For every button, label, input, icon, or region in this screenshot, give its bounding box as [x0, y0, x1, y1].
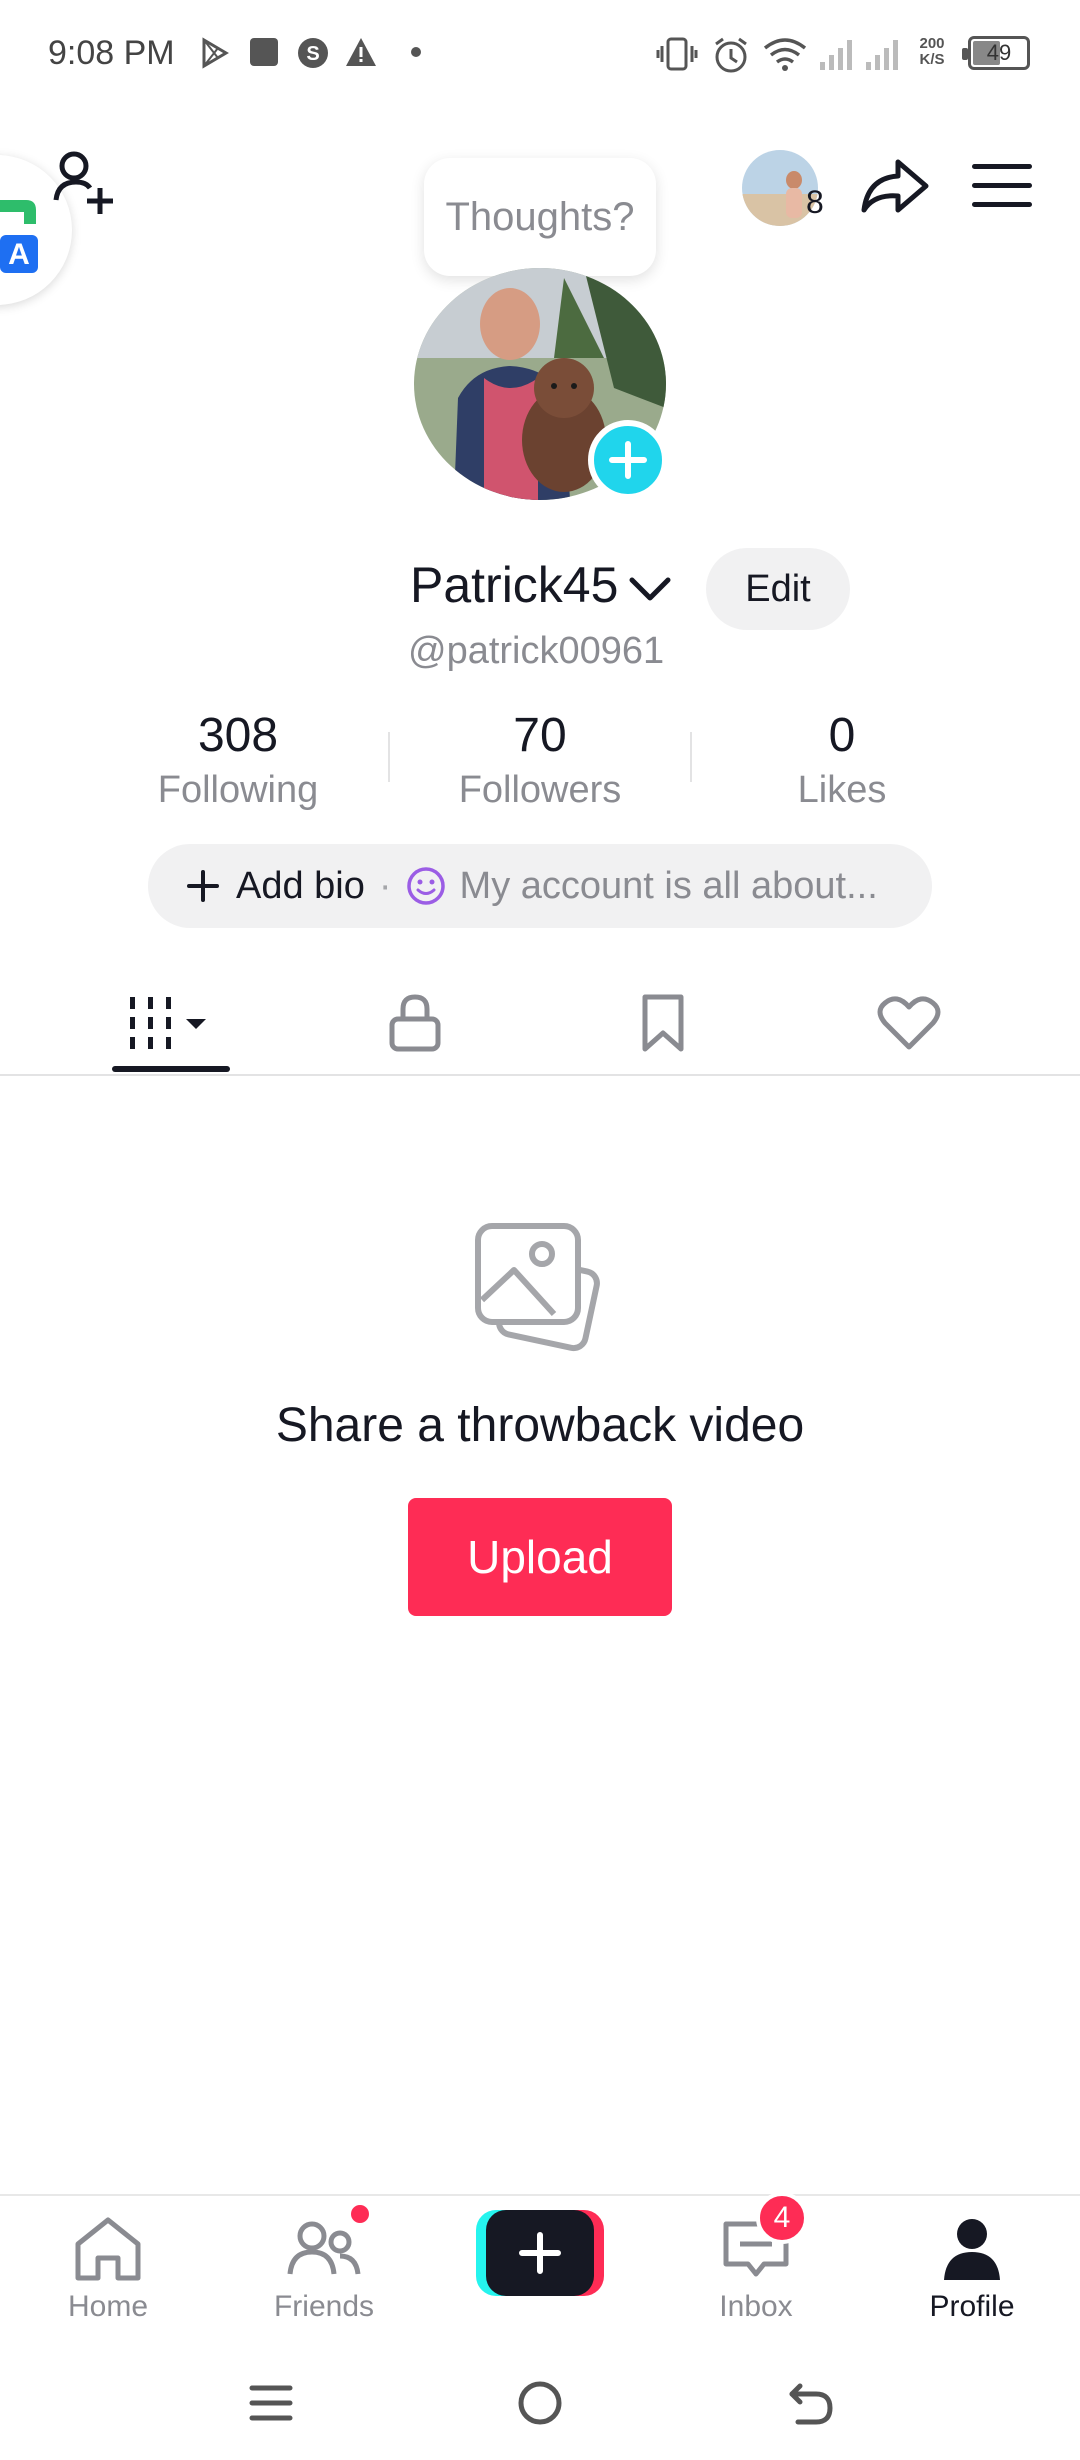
tab-private[interactable] [340, 970, 490, 1076]
network-speed-unit: K/S [919, 51, 945, 68]
nav-inbox-label: Inbox [719, 2290, 793, 2323]
add-friend-icon[interactable] [52, 150, 116, 220]
home-circle-icon[interactable] [515, 2378, 565, 2428]
nav-home-label: Home [67, 2290, 149, 2323]
videos-grid-icon [130, 997, 206, 1049]
nav-profile[interactable]: Profile [892, 2214, 1052, 2334]
profile-icon [944, 2219, 1000, 2280]
bio-placeholder: My account is all about... [459, 864, 878, 907]
tab-active-indicator [112, 1066, 230, 1072]
play-store-icon [202, 37, 229, 69]
friends-icon [287, 2221, 361, 2275]
add-bio-label: Add bio [236, 864, 365, 907]
tab-liked[interactable] [834, 970, 984, 1076]
back-icon[interactable] [786, 2378, 836, 2428]
lock-icon [389, 994, 441, 1052]
share-icon[interactable] [856, 148, 932, 224]
bottom-navigation: Home Friends 4 Inbox Profile [0, 2192, 1080, 2344]
menu-icon[interactable] [970, 160, 1034, 212]
story-count: 8 [806, 184, 824, 220]
app-square-icon [250, 38, 278, 66]
empty-state-title: Share a throwback video [275, 1399, 805, 1452]
network-speed: 200 K/S [910, 36, 954, 68]
nav-profile-label: Profile [929, 2290, 1015, 2323]
wifi-icon [763, 38, 807, 71]
edit-profile-button[interactable]: Edit [706, 548, 850, 630]
stat-value: 70 [513, 709, 567, 762]
system-navigation [0, 2344, 1080, 2460]
plus-icon [187, 870, 219, 902]
stat-following[interactable]: 308 Following [108, 708, 368, 812]
nav-home[interactable]: Home [28, 2214, 188, 2334]
smiley-icon [406, 867, 445, 905]
stat-likes[interactable]: 0 Likes [712, 708, 972, 812]
alarm-icon [715, 37, 747, 73]
svg-text:A: A [8, 238, 30, 271]
username[interactable]: Patrick45 [410, 556, 618, 614]
photos-icon [475, 1223, 600, 1352]
stat-label: Followers [458, 769, 622, 811]
create-button-body [486, 2210, 594, 2296]
name-row: Patrick45 Edit [0, 548, 1080, 630]
plus-icon [519, 2232, 561, 2274]
status-bar: 9:08 PM S 200 K/S 49 [0, 0, 1080, 110]
signal-icon-1 [820, 40, 852, 70]
plus-icon [609, 441, 647, 479]
battery-percent: 49 [986, 40, 1012, 65]
dot-icon [411, 47, 421, 57]
thoughts-bubble[interactable]: Thoughts? [424, 158, 656, 276]
signal-icon-2 [866, 40, 898, 70]
battery-tip [962, 48, 968, 60]
inbox-icon-wrap: 4 [716, 2192, 808, 2284]
recents-icon[interactable] [246, 2378, 296, 2428]
network-speed-value: 200 [919, 35, 945, 52]
tab-videos[interactable] [96, 970, 246, 1076]
add-bio-pill[interactable]: Add bio · My account is all about... [148, 844, 932, 928]
bio-separator: · [378, 864, 392, 907]
notification-dot [348, 2202, 372, 2226]
svg-text:S: S [306, 43, 319, 65]
friends-icon-wrap [284, 2202, 372, 2284]
content-tabs [0, 970, 1080, 1076]
create-button[interactable] [476, 2210, 604, 2296]
stat-followers[interactable]: 70 Followers [410, 708, 670, 812]
warning-icon [346, 38, 376, 66]
battery-indicator: 49 [962, 36, 1030, 70]
chevron-down-icon[interactable] [628, 574, 672, 604]
upload-button[interactable]: Upload [408, 1498, 672, 1616]
bookmark-icon [642, 994, 684, 1052]
stats-row: 308 Following 70 Followers 0 Likes [0, 708, 1080, 818]
skype-icon: S [298, 38, 328, 68]
stat-value: 308 [197, 709, 279, 762]
add-avatar-button[interactable] [588, 420, 668, 500]
nav-friends-label: Friends [273, 2290, 375, 2323]
nav-friends[interactable]: Friends [244, 2202, 404, 2334]
status-time: 9:08 PM [48, 34, 175, 72]
home-icon [75, 2217, 141, 2281]
stat-label: Likes [797, 769, 887, 811]
heart-icon [877, 996, 941, 1050]
stat-divider [690, 732, 692, 782]
nav-inbox[interactable]: 4 Inbox [676, 2192, 836, 2334]
stat-label: Following [157, 769, 319, 811]
inbox-badge: 4 [756, 2192, 808, 2244]
stat-divider [388, 732, 390, 782]
tab-saved[interactable] [588, 970, 738, 1076]
stat-value: 0 [828, 709, 856, 762]
vibrate-icon [656, 37, 698, 71]
user-handle: @patrick00961 [408, 630, 665, 672]
